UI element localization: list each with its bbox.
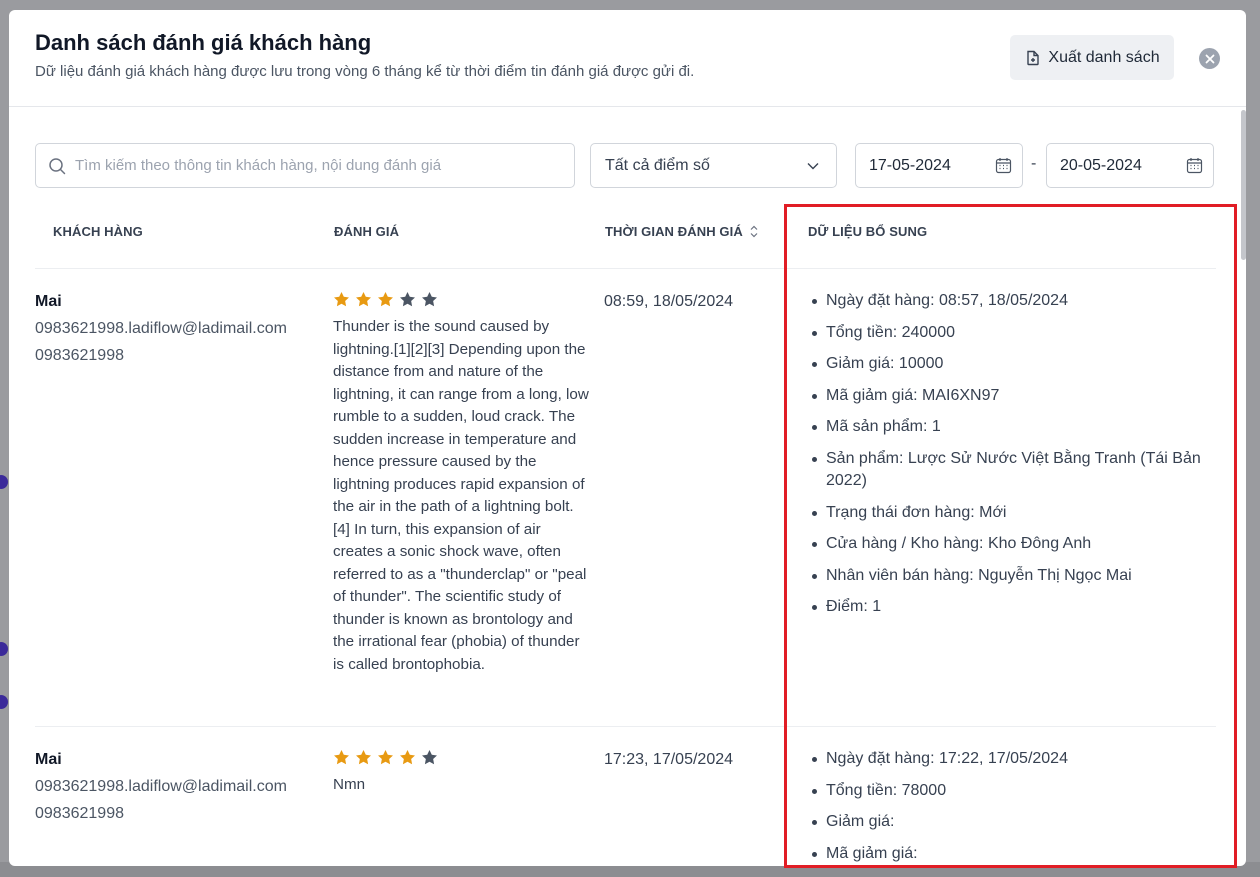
star-icon bbox=[400, 750, 415, 765]
calendar-icon bbox=[995, 158, 1012, 174]
extra-data-item: Ngày đặt hàng: 17:22, 17/05/2024 bbox=[808, 748, 1208, 771]
review-time: 08:59, 18/05/2024 bbox=[604, 293, 734, 310]
rating-stars bbox=[333, 291, 438, 308]
star-icon bbox=[378, 750, 393, 765]
scrollbar-thumb[interactable] bbox=[1241, 110, 1246, 260]
star-icon bbox=[422, 750, 437, 765]
star-icon bbox=[422, 292, 437, 307]
extra-data-item: Trạng thái đơn hàng: Mới bbox=[808, 502, 1208, 525]
modal-header: Danh sách đánh giá khách hàng Dữ liệu đá… bbox=[9, 10, 1246, 107]
column-header-time-label: THỜI GIAN ĐÁNH GIÁ bbox=[605, 224, 743, 239]
star-icon bbox=[356, 750, 371, 765]
rating-stars bbox=[333, 749, 438, 766]
date-to-value: 20-05-2024 bbox=[1060, 156, 1142, 174]
extra-data-item: Mã giảm giá: MAI6XN97 bbox=[808, 385, 1208, 408]
extra-data-item: Giảm giá: 10000 bbox=[808, 353, 1208, 376]
sort-icon bbox=[750, 225, 758, 238]
customer-phone: 0983621998 bbox=[35, 805, 124, 822]
chevron-down-icon bbox=[807, 162, 819, 169]
review-content: Thunder is the sound caused by lightning… bbox=[333, 318, 589, 673]
extra-data-item: Mã sản phẩm: 1 bbox=[808, 416, 1208, 439]
star-icon bbox=[356, 292, 371, 307]
extra-data-item: Tổng tiền: 78000 bbox=[808, 780, 1208, 803]
review-time: 17:23, 17/05/2024 bbox=[604, 751, 734, 768]
extra-data-item: Cửa hàng / Kho hàng: Kho Đông Anh bbox=[808, 533, 1208, 556]
extra-data-item: Giảm giá: bbox=[808, 811, 1208, 834]
customer-phone: 0983621998 bbox=[35, 347, 124, 364]
column-header-rating: ĐÁNH GIÁ bbox=[334, 224, 400, 239]
customer-email: 0983621998.ladiflow@ladimail.com bbox=[35, 320, 287, 337]
score-filter-value: Tất cả điểm số bbox=[605, 156, 710, 174]
star-icon bbox=[378, 292, 393, 307]
extra-data-list: Ngày đặt hàng: 17:22, 17/05/2024 Tổng tiề… bbox=[808, 748, 1208, 866]
column-header-extra-data: DỮ LIỆU BỔ SUNG bbox=[808, 224, 928, 239]
customer-email: 0983621998.ladiflow@ladimail.com bbox=[35, 778, 287, 795]
date-to-input[interactable]: 20-05-2024 bbox=[1046, 143, 1214, 188]
search-field[interactable] bbox=[35, 143, 575, 188]
modal-subtitle: Dữ liệu đánh giá khách hàng được lưu tro… bbox=[35, 63, 695, 80]
extra-data-list: Ngày đặt hàng: 08:57, 18/05/2024 Tổng tiề… bbox=[808, 290, 1208, 628]
date-from-value: 17-05-2024 bbox=[869, 156, 951, 174]
customer-name: Mai bbox=[35, 751, 62, 768]
search-input[interactable] bbox=[75, 157, 555, 174]
export-list-button[interactable]: Xuất danh sách bbox=[1010, 35, 1174, 80]
search-icon bbox=[49, 157, 66, 174]
table-divider bbox=[35, 268, 1216, 269]
star-icon bbox=[334, 292, 349, 307]
extra-data-item: Tổng tiền: 240000 bbox=[808, 322, 1208, 345]
customer-name: Mai bbox=[35, 293, 62, 310]
extra-data-item: Ngày đặt hàng: 08:57, 18/05/2024 bbox=[808, 290, 1208, 313]
close-icon bbox=[1205, 54, 1214, 63]
calendar-icon bbox=[1186, 158, 1203, 174]
close-button[interactable] bbox=[1199, 48, 1220, 69]
column-header-time[interactable]: THỜI GIAN ĐÁNH GIÁ bbox=[605, 224, 759, 239]
date-separator: - bbox=[1031, 155, 1037, 172]
extra-data-item: Sản phẩm: Lược Sử Nước Việt Bằng Tranh (… bbox=[808, 448, 1208, 493]
star-icon bbox=[334, 750, 349, 765]
file-export-icon bbox=[1027, 50, 1040, 65]
table-divider bbox=[35, 726, 1216, 727]
column-header-customer: KHÁCH HÀNG bbox=[53, 224, 143, 239]
extra-data-item: Mã giảm giá: bbox=[808, 843, 1208, 866]
review-content: Nmn bbox=[333, 776, 366, 793]
export-list-label: Xuất danh sách bbox=[1048, 48, 1160, 66]
date-from-input[interactable]: 17-05-2024 bbox=[855, 143, 1023, 188]
star-icon bbox=[400, 292, 415, 307]
score-filter-select[interactable]: Tất cả điểm số bbox=[590, 143, 837, 188]
modal-title: Danh sách đánh giá khách hàng bbox=[35, 30, 372, 55]
review-list-modal: Danh sách đánh giá khách hàng Dữ liệu đá… bbox=[9, 10, 1246, 866]
extra-data-item: Điểm: 1 bbox=[808, 596, 1208, 619]
extra-data-item: Nhân viên bán hàng: Nguyễn Thị Ngọc Mai bbox=[808, 565, 1208, 588]
